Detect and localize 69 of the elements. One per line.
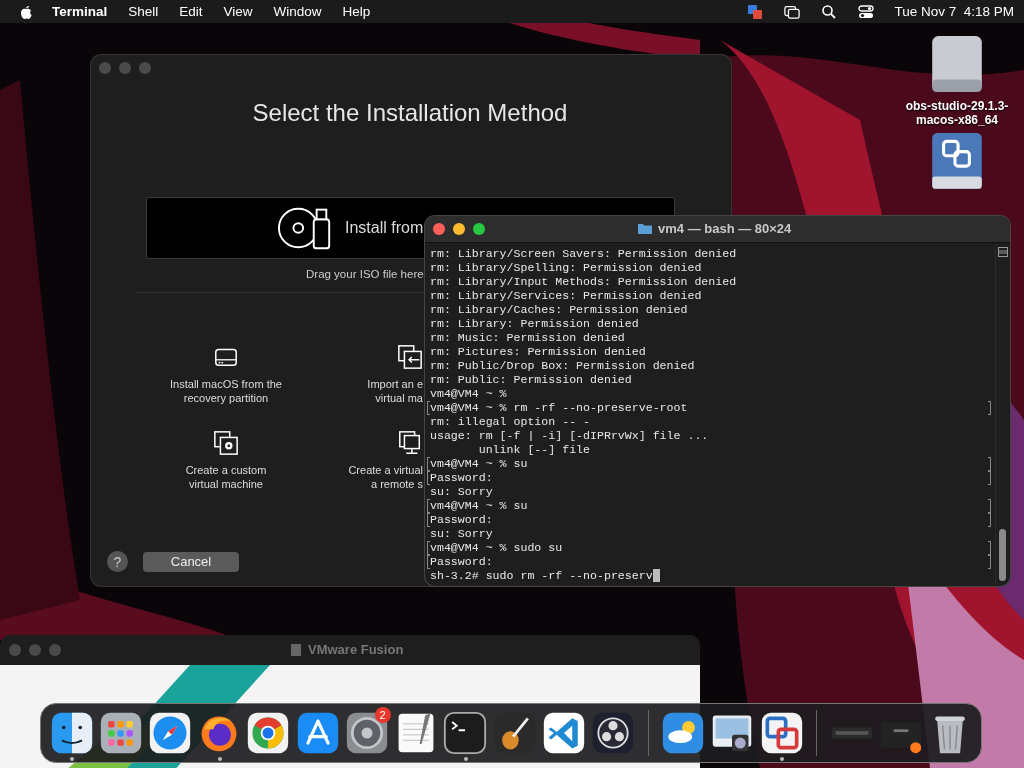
finder-icon[interactable] — [49, 711, 94, 755]
app-menu[interactable]: Terminal — [52, 4, 108, 19]
menu-item[interactable]: Shell — [128, 4, 159, 19]
monitor-icon[interactable] — [397, 429, 423, 457]
mark-bracket — [988, 401, 991, 415]
app-grid-icon[interactable] — [98, 711, 143, 755]
gear-window-icon[interactable] — [213, 429, 239, 457]
terminal-line: rm: Library/Spelling: Permission denied — [430, 260, 702, 274]
terminal-icon[interactable] — [443, 711, 488, 755]
overlapping-squares-icon[interactable] — [759, 711, 804, 755]
browser-icon[interactable] — [246, 711, 291, 755]
app-store-icon[interactable] — [295, 711, 340, 755]
option-label[interactable]: Import an e virtual ma — [367, 377, 423, 405]
terminal-line: usage: rm [-f | -i] [-dIPRrvWx] file ... — [430, 428, 709, 442]
apple-icon[interactable] — [19, 3, 33, 20]
terminal-line: rm: Public: Permission denied — [430, 372, 632, 386]
search-icon[interactable] — [821, 3, 838, 20]
terminal-line: rm: Pictures: Permission denied — [430, 344, 646, 358]
dialog-title: Select the Installation Method — [251, 99, 569, 127]
document-icon — [290, 642, 302, 657]
option-label[interactable]: Install macOS from the recovery partition — [170, 377, 282, 405]
scrollbar-thumb[interactable] — [999, 529, 1006, 581]
hint-text: Drag your ISO file here — [306, 268, 424, 280]
guitar-icon[interactable] — [492, 711, 537, 755]
menu-item[interactable]: View — [223, 4, 253, 19]
terminal-line: rm: illegal option -- - — [430, 414, 591, 428]
code-editor-icon[interactable] — [541, 711, 586, 755]
cancel-button[interactable]: Cancel — [143, 551, 239, 572]
menu-item[interactable]: Edit — [179, 4, 203, 19]
minimize-button[interactable] — [453, 223, 465, 235]
terminal-line: rm: Library/Services: Permission denied — [430, 288, 702, 302]
terminal-line: rm: Music: Permission denied — [430, 330, 625, 344]
weather-icon[interactable] — [661, 711, 706, 755]
terminal-line: vm4@VM4 ~ % rm -rf --no-preserve-root — [430, 400, 688, 414]
terminal-line: rm: Library/Input Methods: Permission denied — [430, 274, 737, 288]
close-button[interactable] — [433, 223, 445, 235]
terminal-line: su: Sorry — [430, 526, 493, 540]
text-cursor — [652, 568, 660, 582]
compass-icon[interactable] — [148, 711, 193, 755]
terminal-line: su: Sorry — [430, 484, 493, 498]
terminal-line: sh-3.2# sudo rm -rf --no-preserv — [430, 568, 653, 582]
zoom-button[interactable] — [473, 223, 485, 235]
menu-item[interactable]: Window — [273, 4, 322, 19]
recorder-icon[interactable] — [591, 711, 635, 755]
terminal-line: Password: — [430, 470, 493, 484]
option-label[interactable]: Create a custom virtual machine — [185, 463, 267, 491]
control-center-icon[interactable] — [858, 3, 875, 20]
folder-icon — [637, 222, 653, 235]
terminal-line: vm4@VM4 ~ % su — [430, 456, 528, 470]
clock[interactable]: Tue Nov 7 4:18 PM — [894, 4, 1014, 19]
screen-mirroring-icon[interactable] — [784, 3, 801, 20]
terminal-line: rm: Library: Permission denied — [430, 316, 639, 330]
help-button[interactable]: ? — [107, 551, 128, 572]
file-label[interactable]: obs-studio-29.1.3-macos-x86_64 — [902, 99, 1012, 127]
gear-icon[interactable] — [344, 711, 389, 755]
window-title: VMware Fusion — [308, 642, 404, 657]
split-pane-icon[interactable] — [998, 247, 1008, 257]
terminal-line: unlink [--] file — [477, 442, 591, 456]
terminal-line: vm4@VM4 ~ % sudo su — [430, 540, 563, 554]
terminal-line: Password: — [430, 512, 493, 526]
terminal-line: vm4@VM4 ~ % su — [430, 498, 528, 512]
terminal-line: rm: Public/Drop Box: Permission denied — [430, 358, 695, 372]
import-icon[interactable] — [397, 343, 423, 371]
terminal-line: vm4@VM4 ~ % — [430, 386, 507, 400]
option-label[interactable]: Create a virtual a remote s — [348, 463, 423, 491]
notification-badge: 2 — [374, 707, 391, 723]
menu-item[interactable]: Help — [342, 4, 371, 19]
terminal-line: rm: Library/Caches: Permission denied — [430, 302, 688, 316]
terminal-line: Password: — [430, 554, 493, 568]
